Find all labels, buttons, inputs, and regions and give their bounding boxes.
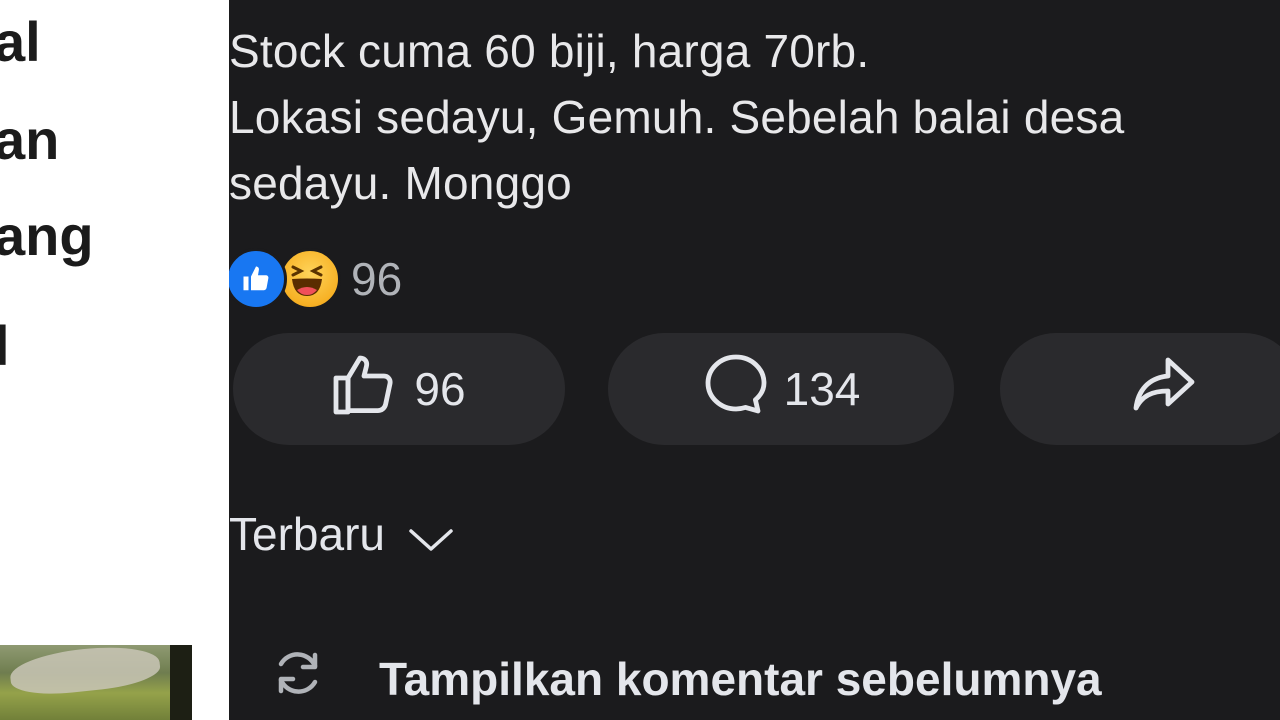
article-pane: al an ang l [0, 0, 229, 720]
share-arrow-icon [1130, 354, 1198, 425]
like-count: 96 [414, 363, 466, 415]
chevron-down-icon [407, 510, 455, 564]
share-button[interactable] [1000, 333, 1280, 445]
post-body: Stock cuma 60 biji, harga 70rb. Lokasi s… [229, 18, 1280, 216]
article-text-line: ang [0, 204, 94, 267]
comment-button[interactable]: 134 [608, 333, 954, 445]
comment-bubble-icon [702, 351, 770, 428]
show-previous-comments-link[interactable]: Tampilkan komentar sebelumnya [269, 644, 1102, 713]
post-text-line: Lokasi sedayu, Gemuh. Sebelah balai desa [229, 91, 1125, 143]
post-text-line: sedayu. Monggo [229, 157, 572, 209]
comment-sort-dropdown[interactable]: Terbaru [229, 504, 455, 564]
refresh-icon [269, 644, 327, 713]
thumbs-up-icon [332, 352, 400, 427]
like-button[interactable]: 96 [233, 333, 565, 445]
reaction-count: 96 [351, 253, 403, 305]
article-text-line: al [0, 10, 41, 73]
show-previous-comments-label: Tampilkan komentar sebelumnya [379, 652, 1102, 705]
article-thumbnail-image [0, 645, 192, 720]
post-text-line: Stock cuma 60 biji, harga 70rb. [229, 25, 870, 77]
article-text-line: l [0, 314, 10, 377]
facebook-post-screenshot: Stock cuma 60 biji, harga 70rb. Lokasi s… [229, 0, 1280, 720]
reaction-summary[interactable]: 96 [229, 244, 402, 314]
article-text-line: an [0, 108, 60, 171]
haha-reaction-icon [279, 248, 341, 310]
comment-count: 134 [783, 363, 861, 415]
sort-label: Terbaru [229, 508, 385, 560]
